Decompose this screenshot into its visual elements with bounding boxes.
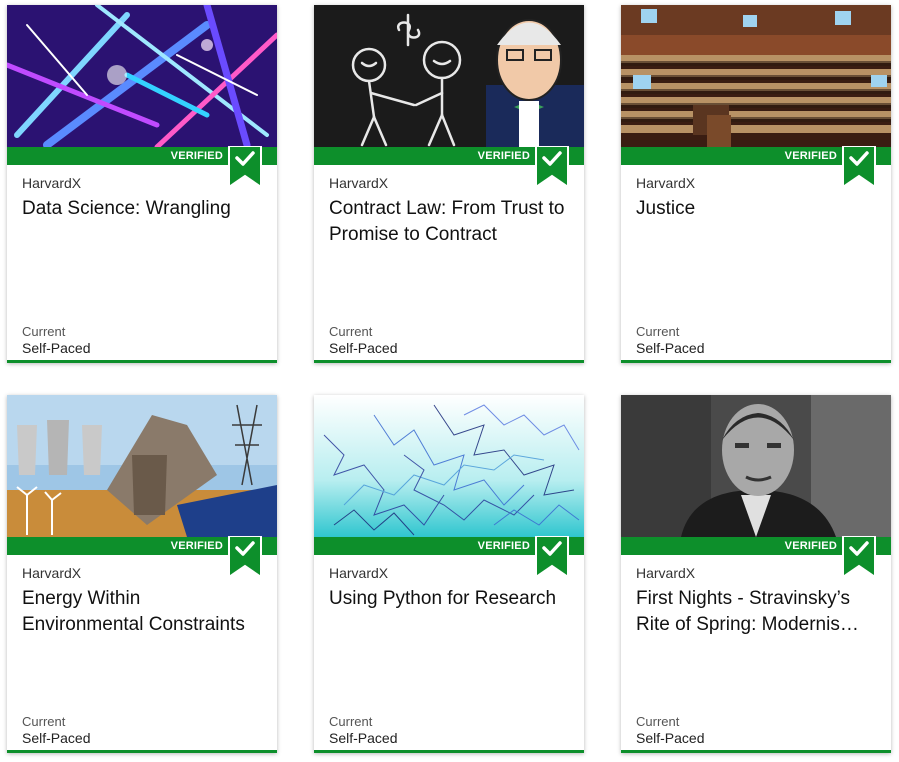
course-card[interactable]: VERIFIED HarvardX Contract Law: From Tru… [314,5,584,363]
stravinsky-portrait-image[interactable] [621,395,891,537]
course-status: Current [22,324,66,339]
verified-ribbon-icon [228,146,262,188]
course-title[interactable]: Justice [636,196,880,222]
course-card[interactable]: VERIFIED HarvardX Energy Within Environm… [7,395,277,753]
verified-ribbon-icon [228,536,262,578]
course-pacing: Self-Paced [22,730,91,746]
course-status: Current [22,714,66,729]
course-pacing: Self-Paced [329,340,398,356]
course-pacing: Self-Paced [329,730,398,746]
course-org: HarvardX [22,175,82,191]
course-status: Current [329,324,373,339]
verified-badge-label: VERIFIED [784,150,837,162]
course-title[interactable]: Energy Within Environmental Constraints [22,586,266,638]
course-card[interactable]: VERIFIED HarvardX First Nights - Stravin… [621,395,891,753]
course-org: HarvardX [329,565,389,581]
course-org: HarvardX [636,175,696,191]
course-title[interactable]: Data Science: Wrangling [22,196,266,222]
course-pacing: Self-Paced [22,340,91,356]
course-status: Current [329,714,373,729]
verified-badge-label: VERIFIED [477,150,530,162]
course-status: Current [636,324,680,339]
course-card[interactable]: VERIFIED HarvardX Justice Current Self-P… [621,5,891,363]
energy-power-plant-collage-image[interactable] [7,395,277,537]
justice-lecture-hall-image[interactable] [621,5,891,147]
verified-ribbon-icon [535,536,569,578]
course-grid: VERIFIED HarvardX Data Science: Wranglin… [0,0,899,762]
python-random-walk-image[interactable] [314,395,584,537]
course-pacing: Self-Paced [636,340,705,356]
course-org: HarvardX [329,175,389,191]
course-card[interactable]: VERIFIED HarvardX Using Python for Resea… [314,395,584,753]
verified-badge-label: VERIFIED [477,540,530,552]
course-title[interactable]: First Nights - Stravinsky’s Rite of Spri… [636,586,880,638]
data-science-neon-structure-image[interactable] [7,5,277,147]
course-pacing: Self-Paced [636,730,705,746]
course-status: Current [636,714,680,729]
course-title[interactable]: Using Python for Research [329,586,573,612]
course-title[interactable]: Contract Law: From Trust to Promise to C… [329,196,573,248]
verified-ribbon-icon [842,146,876,188]
verified-ribbon-icon [842,536,876,578]
verified-badge-label: VERIFIED [170,540,223,552]
contract-law-chalkboard-image[interactable] [314,5,584,147]
verified-ribbon-icon [535,146,569,188]
course-org: HarvardX [22,565,82,581]
course-org: HarvardX [636,565,696,581]
verified-badge-label: VERIFIED [170,150,223,162]
course-card[interactable]: VERIFIED HarvardX Data Science: Wranglin… [7,5,277,363]
verified-badge-label: VERIFIED [784,540,837,552]
